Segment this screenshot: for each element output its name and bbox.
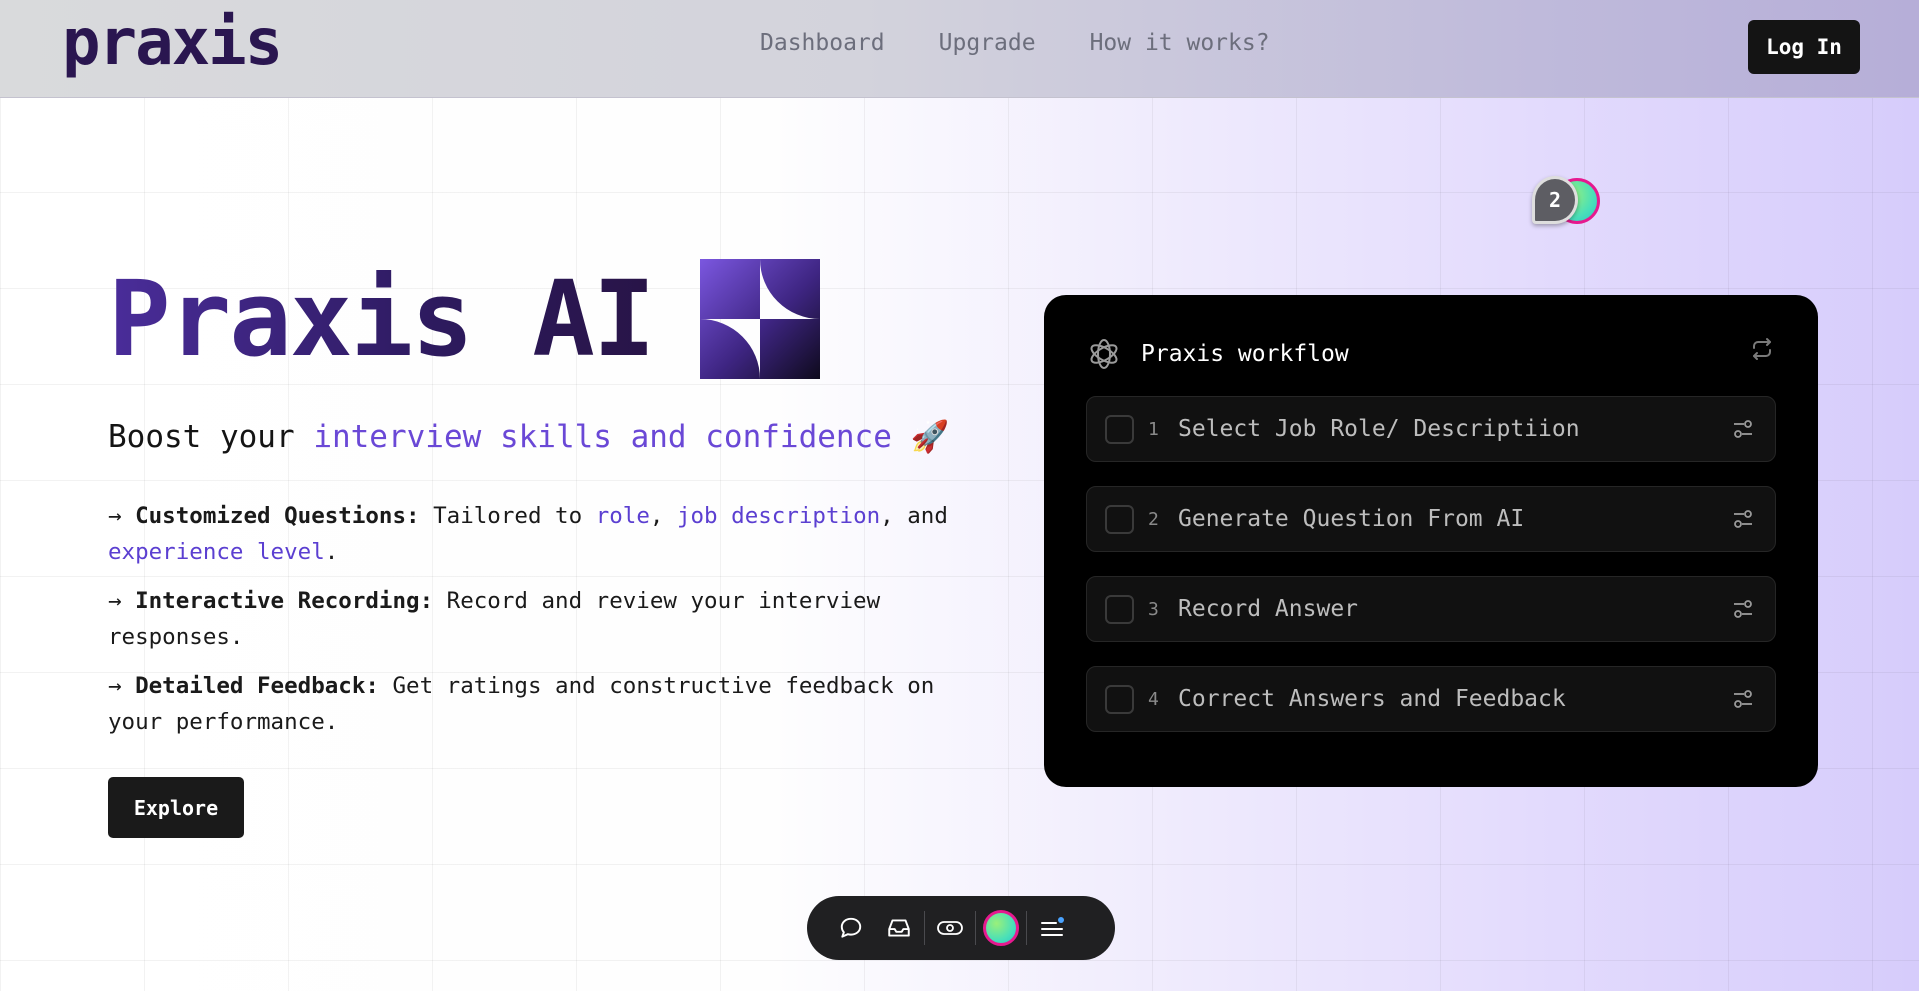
feature-text: Tailored to (419, 503, 596, 529)
sliders-icon[interactable] (1731, 507, 1755, 531)
workflow-step[interactable]: 1 Select Job Role/ Descriptiion (1086, 396, 1776, 462)
feature-text: . (324, 539, 339, 565)
nav-links: Dashboard Upgrade How it works? (760, 30, 1270, 56)
inbox-icon (888, 919, 910, 937)
eye-icon (937, 921, 963, 935)
highlight-role: role (595, 503, 650, 529)
openai-icon (1090, 339, 1118, 369)
step-label: Correct Answers and Feedback (1178, 686, 1566, 712)
step-checkbox[interactable] (1105, 684, 1134, 714)
workflow-step[interactable]: 4 Correct Answers and Feedback (1086, 666, 1776, 732)
explore-button[interactable]: Explore (108, 777, 244, 838)
navbar: praxis Dashboard Upgrade How it works? L… (0, 0, 1919, 98)
menu-icon (1041, 917, 1064, 936)
page-title: Praxis AI (108, 258, 656, 380)
login-button[interactable]: Log In (1748, 20, 1860, 74)
nav-dashboard[interactable]: Dashboard (760, 30, 885, 56)
arrow-icon: → (108, 588, 122, 614)
feature-text: , (649, 503, 677, 529)
step-number: 3 (1148, 598, 1159, 620)
sliders-icon[interactable] (1731, 597, 1755, 621)
workflow-title: Praxis workflow (1141, 341, 1349, 367)
arrow-icon: → (108, 503, 122, 529)
comment-button[interactable] (827, 908, 875, 948)
feature-title: Interactive Recording: (135, 588, 434, 614)
arrow-icon: → (108, 673, 122, 699)
step-checkbox[interactable] (1105, 594, 1134, 624)
sliders-icon[interactable] (1731, 417, 1755, 441)
step-label: Select Job Role/ Descriptiion (1178, 416, 1580, 442)
feature-title: Customized Questions: (135, 503, 420, 529)
inbox-button[interactable] (875, 908, 923, 948)
step-number: 4 (1148, 688, 1159, 710)
feature-interactive-recording: → Interactive Recording: Record and revi… (108, 583, 988, 655)
workflow-step[interactable]: 2 Generate Question From AI (1086, 486, 1776, 552)
menu-button[interactable] (1028, 908, 1076, 948)
nav-how-it-works[interactable]: How it works? (1090, 30, 1270, 56)
step-number: 2 (1148, 508, 1159, 530)
avatar[interactable] (983, 910, 1019, 946)
step-label: Generate Question From AI (1178, 506, 1525, 532)
preview-button[interactable] (926, 908, 974, 948)
logo[interactable]: praxis (62, 6, 283, 80)
step-checkbox[interactable] (1105, 504, 1134, 534)
avatar-group[interactable]: 2 (1532, 176, 1602, 226)
repeat-icon[interactable] (1750, 337, 1774, 361)
comment-icon (840, 917, 862, 938)
nav-upgrade[interactable]: Upgrade (939, 30, 1036, 56)
hero-title: Praxis AI (108, 258, 820, 380)
step-number: 1 (1148, 418, 1159, 440)
divider (1026, 911, 1027, 945)
brand-mark-icon (699, 259, 820, 379)
rocket-icon: 🚀 (910, 419, 950, 455)
divider (924, 911, 925, 945)
subtitle-accent: interview skills and confidence (313, 419, 892, 455)
highlight-experience-level: experience level (108, 539, 325, 565)
user-button[interactable] (977, 908, 1025, 948)
highlight-job-description: job description (676, 503, 881, 529)
feature-list: → Customized Questions: Tailored to role… (108, 498, 988, 753)
divider (975, 911, 976, 945)
feature-text: , and (880, 503, 948, 529)
hero-subtitle: Boost your interview skills and confiden… (108, 418, 949, 455)
avatar-count-badge[interactable]: 2 (1532, 176, 1578, 224)
subtitle-prefix: Boost your (108, 419, 314, 455)
workflow-header: Praxis workflow (1085, 335, 1349, 373)
feature-customized-questions: → Customized Questions: Tailored to role… (108, 498, 988, 570)
feature-detailed-feedback: → Detailed Feedback: Get ratings and con… (108, 668, 988, 740)
step-label: Record Answer (1178, 596, 1359, 622)
step-checkbox[interactable] (1105, 414, 1134, 444)
sliders-icon[interactable] (1731, 687, 1755, 711)
workflow-step[interactable]: 3 Record Answer (1086, 576, 1776, 642)
workflow-card: Praxis workflow 1 Select Job Role/ Descr… (1044, 295, 1818, 787)
floating-toolbar (807, 896, 1115, 960)
feature-title: Detailed Feedback: (135, 673, 379, 699)
